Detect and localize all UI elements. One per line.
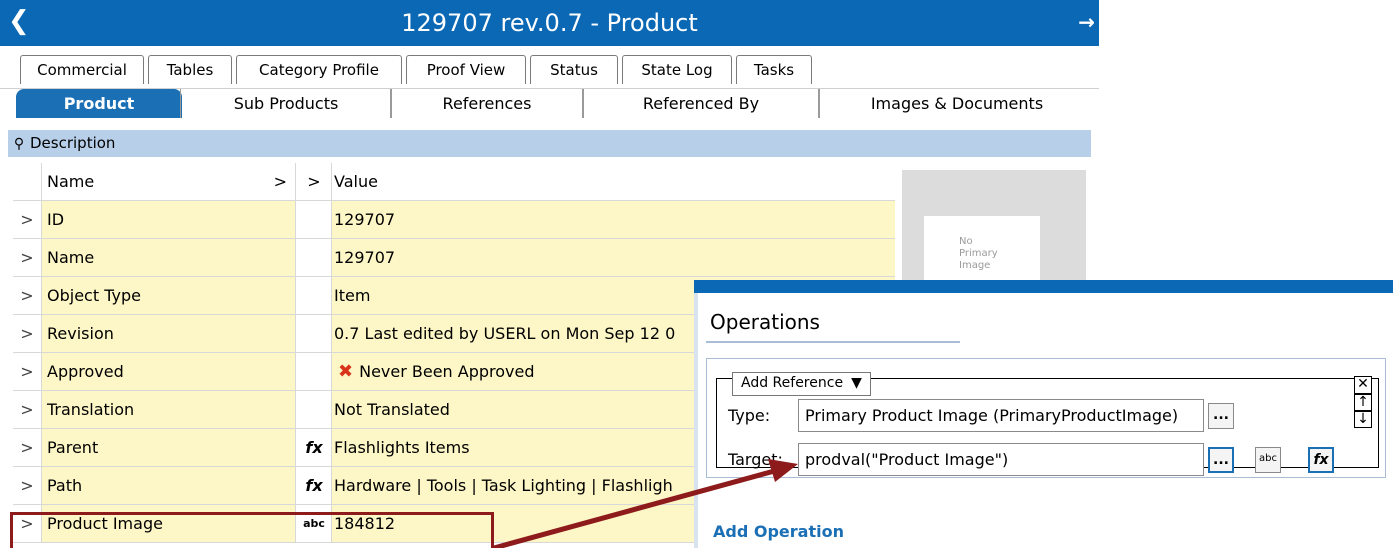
arrow-line [493, 467, 779, 548]
arrow-head [768, 459, 798, 482]
pointer-arrow [493, 459, 798, 548]
